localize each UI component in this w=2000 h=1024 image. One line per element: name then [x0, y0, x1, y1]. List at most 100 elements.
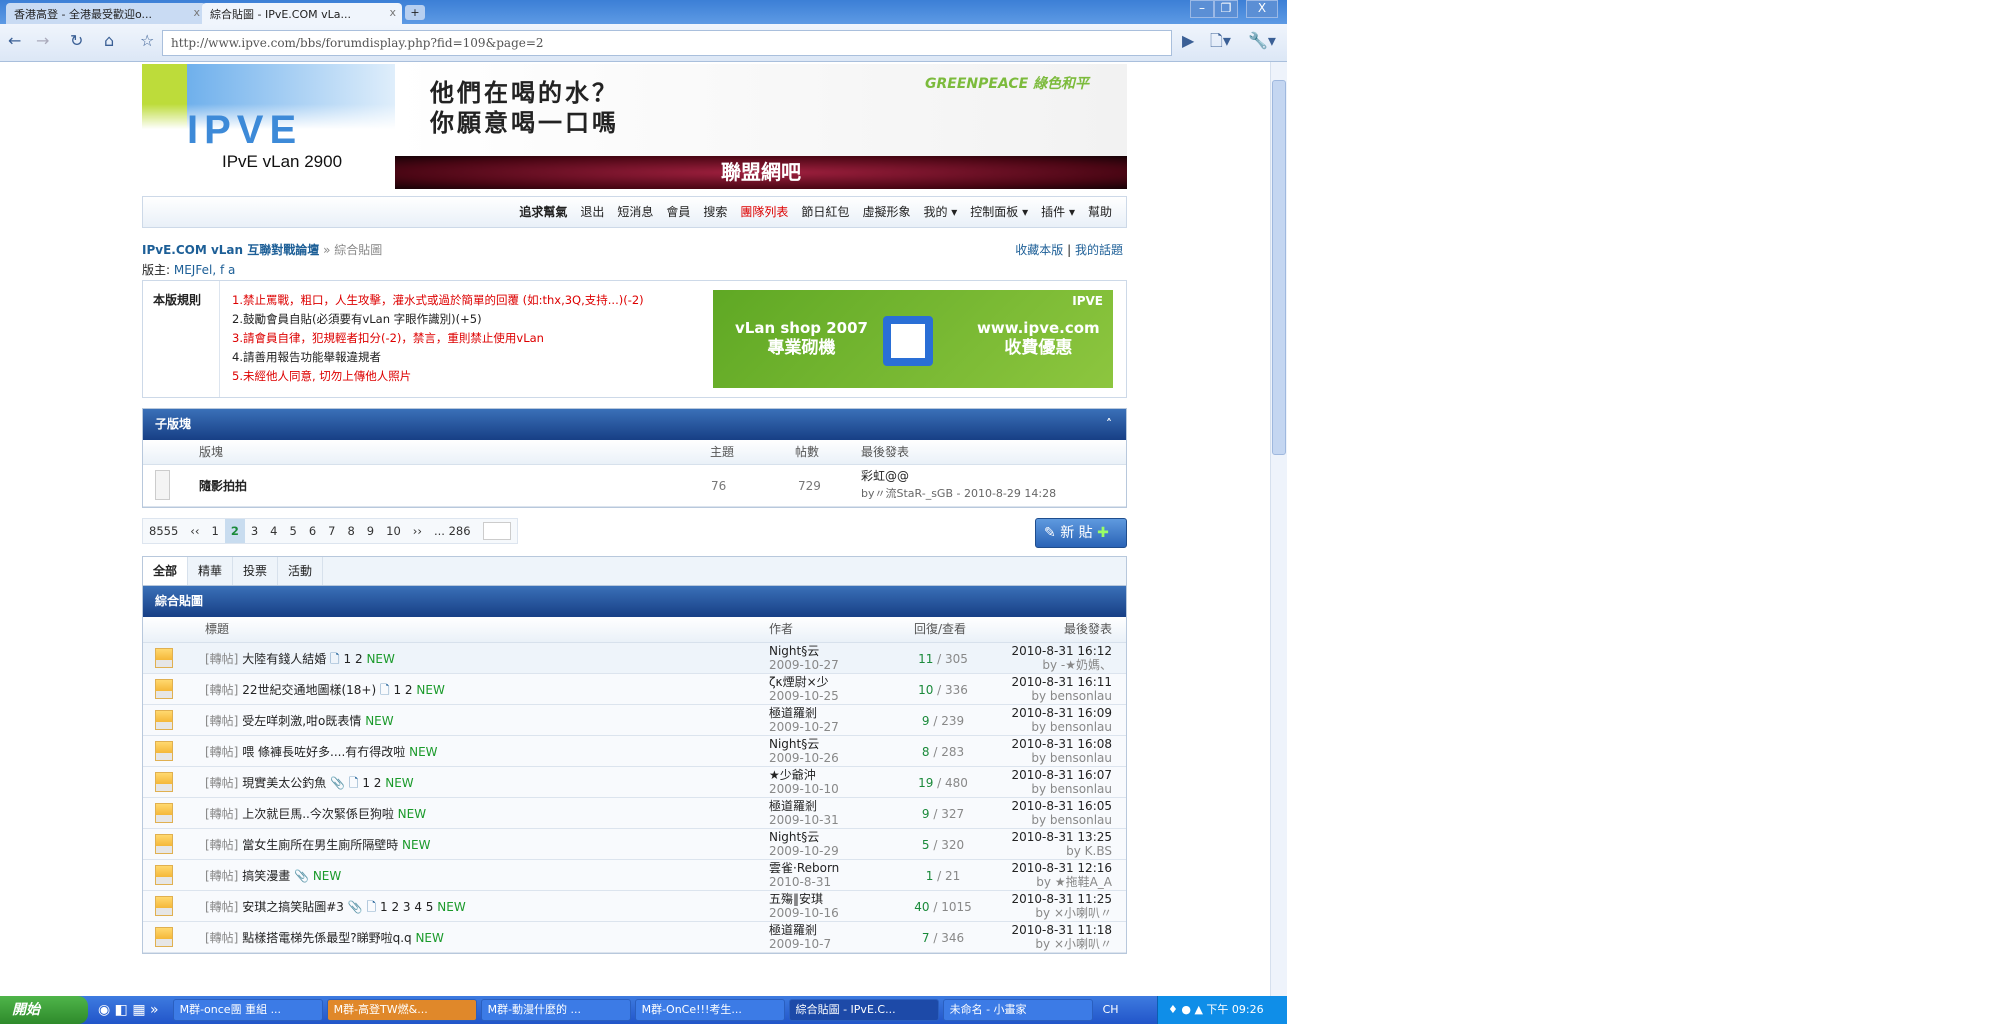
thread-row[interactable]: [轉帖] 當女生廁所在男生廁所隔壁時 NEW Night§云 2009-10-2… [143, 829, 1126, 860]
page-link[interactable]: 6 [303, 519, 322, 543]
home-icon[interactable]: ⌂ [104, 32, 114, 50]
vertical-scrollbar[interactable] [1270, 62, 1287, 996]
taskbar-item[interactable]: M群-OnCe!!!考生... [634, 999, 785, 1021]
thread-row[interactable]: [轉帖] 點樣搭電梯先係最型?睇野啦q.q NEW 極道羅剎 2009-10-7… [143, 922, 1126, 953]
last-post-by[interactable]: by bensonlau [1031, 689, 1112, 703]
last-post-time[interactable]: 2010-8-31 16:09 [1012, 706, 1113, 720]
vlan-shop-ad[interactable]: IPVE vLan shop 2007 專業砌機 www.ipve.com 收費優惠 [713, 290, 1113, 388]
subforum-row[interactable]: 隨影拍拍 76 729 彩虹@@ by〃流StaR-_sGB - 2010-8-… [143, 465, 1126, 507]
thread-row[interactable]: [轉帖] 安琪之搞笑貼圖#3 📎 🗋 1 2 3 4 5 NEW 五殤‖安琪 2… [143, 891, 1126, 922]
language-indicator[interactable]: CH [1103, 1003, 1119, 1017]
nav-team[interactable]: 團隊列表 [740, 205, 788, 219]
moderator-links[interactable]: MEJFel, f a [174, 263, 235, 277]
page-link[interactable]: 7 [322, 519, 341, 543]
nav-logout[interactable]: 退出 [580, 205, 604, 219]
taskbar-item[interactable]: M群-once團 重組 ... [172, 999, 323, 1021]
last-post-by[interactable]: by ×小喇叭〃 [1035, 937, 1112, 951]
taskbar-item[interactable]: 未命名 - 小畫家 [942, 999, 1093, 1021]
start-button[interactable]: 開始 [0, 996, 88, 1024]
close-tab-icon[interactable]: x [193, 6, 200, 19]
page-jump-input[interactable] [477, 519, 517, 543]
last-post-time[interactable]: 2010-8-31 16:08 [1012, 737, 1113, 751]
last-post-time[interactable]: 2010-8-31 16:11 [1012, 675, 1113, 689]
nav-red-packet[interactable]: 節日紅包 [801, 205, 849, 219]
new-tab-button[interactable]: + [405, 5, 425, 20]
collapse-icon[interactable]: ˄ [1106, 409, 1112, 440]
my-topics-link[interactable]: 我的話題 [1075, 243, 1123, 257]
next-page[interactable]: ›› [407, 519, 428, 543]
thread-row[interactable]: [轉帖] 喂 條褲長咗好多....有冇得改啦 NEW Night§云 2009-… [143, 736, 1126, 767]
thread-author[interactable]: 雲雀·Reborn [769, 861, 839, 875]
last-post-by[interactable]: by K.BS [1066, 844, 1112, 858]
address-bar[interactable]: http://www.ipve.com/bbs/forumdisplay.php… [162, 30, 1172, 56]
bookmark-star-icon[interactable]: ☆ [140, 32, 154, 50]
last-post-by[interactable]: by bensonlau [1031, 751, 1112, 765]
nav-search[interactable]: 搜索 [703, 205, 727, 219]
thread-author[interactable]: 極道羅剎 [769, 799, 817, 813]
scrollbar-thumb[interactable] [1272, 80, 1286, 455]
page-link[interactable]: 8 [341, 519, 360, 543]
last-post-by[interactable]: by -★奶媽、 [1042, 658, 1112, 672]
thread-title[interactable]: 現實美太公釣魚 [242, 776, 326, 790]
alliance-banner-ad[interactable]: 聯盟網吧 [395, 156, 1127, 189]
minimize-button[interactable]: – [1190, 0, 1214, 18]
page-link[interactable]: 1 [205, 519, 224, 543]
last-post-time[interactable]: 2010-8-31 11:25 [1012, 892, 1113, 906]
nav-control-panel[interactable]: 控制面板 ▾ [970, 205, 1028, 219]
thread-row[interactable]: [轉帖] 搞笑漫畫 📎 NEW 雲雀·Reborn 2010-8-31 1 / … [143, 860, 1126, 891]
last-post-time[interactable]: 2010-8-31 16:12 [1012, 644, 1113, 658]
nav-user[interactable]: 追求幫氣 [519, 205, 567, 219]
page-link[interactable]: 3 [245, 519, 264, 543]
close-window-button[interactable]: X [1246, 0, 1278, 18]
last-post-by[interactable]: by bensonlau [1031, 782, 1112, 796]
greenpeace-banner-ad[interactable]: 他們在喝的水？ 你願意喝一口嗎 GREENPEACE 綠色和平 [395, 64, 1127, 156]
nav-messages[interactable]: 短消息 [617, 205, 653, 219]
new-post-button[interactable]: ✎ 新 貼 ✚ [1035, 518, 1127, 548]
last-post-by[interactable]: by bensonlau [1031, 720, 1112, 734]
last-post-time[interactable]: 2010-8-31 13:25 [1012, 830, 1113, 844]
nav-help[interactable]: 幫助 [1088, 205, 1112, 219]
browser-tab-ipve[interactable]: 綜合貼圖 - IPvE.COM vLa... x [202, 3, 402, 24]
taskbar-item[interactable]: 綜合貼圖 - IPvE.C... [788, 999, 939, 1021]
thread-author[interactable]: Night§云 [769, 737, 819, 751]
thread-author[interactable]: Night§云 [769, 830, 819, 844]
last-post-by[interactable]: by bensonlau [1031, 813, 1112, 827]
thread-author[interactable]: 五殤‖安琪 [769, 892, 823, 906]
page-link[interactable]: 4 [264, 519, 283, 543]
thread-title[interactable]: 受左咩刺激,咁o既表情 [242, 714, 361, 728]
thread-author[interactable]: 極道羅剎 [769, 923, 817, 937]
nav-members[interactable]: 會員 [666, 205, 690, 219]
go-icon[interactable]: ▶ [1182, 32, 1194, 50]
thread-pages[interactable]: 1 2 [344, 652, 363, 666]
nav-plugins[interactable]: 插件 ▾ [1041, 205, 1075, 219]
thread-author[interactable]: ζκ煙尉×少 [769, 675, 829, 689]
last-post-title[interactable]: 彩虹@@ [861, 469, 909, 483]
tab-digest[interactable]: 精華 [188, 557, 234, 585]
thread-pages[interactable]: 1 2 3 4 5 [380, 900, 433, 914]
browser-tab-hkgolden[interactable]: 香港高登 - 全港最受歡迎o... x [6, 3, 206, 24]
page-link[interactable]: 10 [380, 519, 407, 543]
thread-title[interactable]: 安琪之搞笑貼圖#3 [242, 900, 344, 914]
thread-row[interactable]: [轉帖] 上次就巨馬..今次緊係巨狗啦 NEW 極道羅剎 2009-10-31 … [143, 798, 1126, 829]
reload-icon[interactable]: ↻ [70, 32, 83, 50]
thread-title[interactable]: 當女生廁所在男生廁所隔壁時 [242, 838, 398, 852]
tab-all[interactable]: 全部 [143, 557, 189, 585]
last-post-by[interactable]: by ×小喇叭〃 [1035, 906, 1112, 920]
thread-row[interactable]: [轉帖] 受左咩刺激,咁o既表情 NEW 極道羅剎 2009-10-27 9 /… [143, 705, 1126, 736]
thread-title[interactable]: 22世紀交通地圖樣(18+) [242, 683, 376, 697]
wrench-menu-icon[interactable]: 🔧▾ [1248, 32, 1276, 50]
thread-title[interactable]: 大陸有錢人結婚 [242, 652, 326, 666]
thread-author[interactable]: 極道羅剎 [769, 706, 817, 720]
tab-poll[interactable]: 投票 [233, 557, 279, 585]
last-post-by[interactable]: by ★拖鞋A_A [1036, 875, 1112, 889]
back-icon[interactable]: ← [8, 32, 21, 50]
nav-my[interactable]: 我的 ▾ [923, 205, 957, 219]
thread-pages[interactable]: 1 2 [362, 776, 381, 790]
taskbar-item[interactable]: M群-動漫什麼的 ... [480, 999, 631, 1021]
last-post-time[interactable]: 2010-8-31 12:16 [1012, 861, 1113, 875]
last-post-time[interactable]: 2010-8-31 11:18 [1012, 923, 1113, 937]
maximize-button[interactable]: ❐ [1214, 0, 1238, 18]
tab-event[interactable]: 活動 [278, 557, 324, 585]
last-page[interactable]: ... 286 [428, 519, 477, 543]
thread-title[interactable]: 搞笑漫畫 [242, 869, 290, 883]
